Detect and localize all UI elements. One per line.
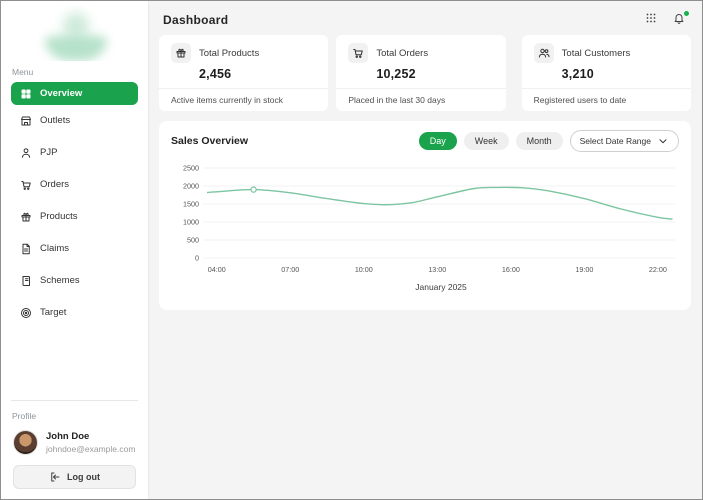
sidebar-item-products[interactable]: Products — [11, 205, 138, 228]
sidebar-item-claims[interactable]: Claims — [11, 237, 138, 260]
sidebar-item-label: Schemes — [40, 275, 80, 286]
range-button-day[interactable]: Day — [418, 132, 457, 150]
date-range-select[interactable]: Select Date Range — [569, 130, 679, 152]
sidebar-profile-section: Profile John Doe johndoe@example.com Log… — [1, 400, 148, 499]
file-icon — [19, 242, 32, 255]
sidebar-item-label: Products — [40, 211, 78, 222]
sales-overview-title: Sales Overview — [171, 135, 249, 147]
logout-icon — [49, 471, 61, 483]
main-area: Dashboard Total Products 2,456 Active it… — [149, 1, 702, 499]
stat-footer: Placed in the last 30 days — [336, 88, 506, 111]
gift-icon — [19, 210, 32, 223]
sidebar-item-label: Orders — [40, 179, 70, 190]
sidebar-item-label: PJP — [40, 147, 58, 158]
user-row: John Doe johndoe@example.com — [1, 426, 148, 463]
svg-text:2500: 2500 — [183, 164, 199, 173]
sidebar-item-label: Overview — [40, 88, 83, 99]
stats-row: Total Products 2,456 Active items curren… — [149, 35, 702, 111]
svg-text:500: 500 — [187, 236, 199, 245]
svg-text:1000: 1000 — [183, 218, 199, 227]
sidebar-item-target[interactable]: Target — [11, 301, 138, 324]
sidebar-item-overview[interactable]: Overview — [11, 82, 138, 105]
bell-icon[interactable] — [673, 11, 689, 27]
profile-section-label: Profile — [12, 411, 37, 421]
logout-label: Log out — [67, 472, 100, 482]
svg-text:0: 0 — [195, 254, 199, 263]
stat-footer: Registered users to date — [521, 88, 691, 111]
cart-icon — [19, 178, 32, 191]
notification-dot — [684, 11, 689, 16]
range-button-week[interactable]: Week — [463, 132, 509, 150]
users-icon — [538, 47, 550, 59]
sales-controls: Day Week Month Select Date Range — [418, 130, 679, 152]
svg-text:16:00: 16:00 — [502, 265, 520, 274]
stat-card-total-customers: Total Customers 3,210 Registered users t… — [521, 35, 691, 111]
svg-text:07:00: 07:00 — [281, 265, 299, 274]
stat-card-total-orders: Total Orders 10,252 Placed in the last 3… — [336, 35, 506, 111]
svg-text:04:00: 04:00 — [208, 265, 226, 274]
person-icon — [19, 146, 32, 159]
sidebar-item-orders[interactable]: Orders — [11, 173, 138, 196]
cart-icon — [352, 47, 364, 59]
svg-text:1500: 1500 — [183, 200, 199, 209]
stat-value: 3,210 — [561, 67, 594, 81]
sidebar-item-pjp[interactable]: PJP — [11, 141, 138, 164]
svg-text:19:00: 19:00 — [575, 265, 593, 274]
sales-overview-card: Sales Overview Day Week Month Select Date R… — [159, 121, 691, 310]
svg-text:10:00: 10:00 — [355, 265, 373, 274]
company-logo — [1, 5, 148, 61]
stat-value: 2,456 — [199, 67, 232, 81]
sidebar-item-outlets[interactable]: Outlets — [11, 109, 138, 132]
gift-icon — [175, 47, 187, 59]
book-icon — [19, 274, 32, 287]
topbar: Dashboard — [149, 1, 702, 35]
date-range-label: Select Date Range — [579, 136, 651, 146]
stat-iconbox — [348, 43, 369, 63]
target-icon — [19, 306, 32, 319]
sidebar-item-schemes[interactable]: Schemes — [11, 269, 138, 292]
stat-label: Total Customers — [561, 47, 631, 59]
svg-text:22:00: 22:00 — [649, 265, 667, 274]
page-title: Dashboard — [163, 12, 229, 27]
stat-label: Total Products — [199, 47, 260, 59]
stat-footer: Active items currently in stock — [159, 88, 329, 111]
apps-grid-icon[interactable] — [645, 12, 660, 27]
menu-section-label: Menu — [12, 67, 34, 77]
stat-card-total-products: Total Products 2,456 Active items curren… — [159, 35, 329, 111]
svg-text:January 2025: January 2025 — [415, 282, 467, 292]
sidebar: Menu Overview Outlets PJP Orders Products Cla… — [1, 1, 149, 499]
grid-icon — [19, 87, 32, 100]
svg-text:13:00: 13:00 — [428, 265, 446, 274]
sidebar-item-label: Claims — [40, 243, 70, 254]
range-button-month[interactable]: Month — [515, 132, 563, 150]
stat-iconbox — [533, 43, 554, 63]
line-chart-svg: 0 500 1000 1500 2000 2500 04:00 07:00 10:00 13:00… — [183, 164, 675, 292]
chevron-down-icon — [657, 135, 669, 147]
stat-label: Total Orders — [376, 47, 429, 59]
stat-value: 10,252 — [376, 67, 416, 81]
sidebar-nav: Overview Outlets PJP Orders Products Claims Sc… — [1, 82, 148, 333]
user-name: John Doe — [46, 431, 90, 442]
sidebar-item-label: Target — [40, 307, 67, 318]
profile-divider — [11, 400, 138, 401]
logout-button[interactable]: Log out — [13, 465, 136, 489]
sales-line-chart: 0 500 1000 1500 2000 2500 04:00 07:00 10:00 13:00… — [171, 158, 679, 304]
stat-iconbox — [171, 43, 191, 63]
svg-text:2000: 2000 — [183, 182, 199, 191]
avatar — [13, 430, 38, 455]
store-icon — [19, 114, 32, 127]
chart-marker-point — [250, 186, 257, 193]
user-email: johndoe@example.com — [46, 444, 136, 454]
sidebar-item-label: Outlets — [40, 115, 71, 126]
